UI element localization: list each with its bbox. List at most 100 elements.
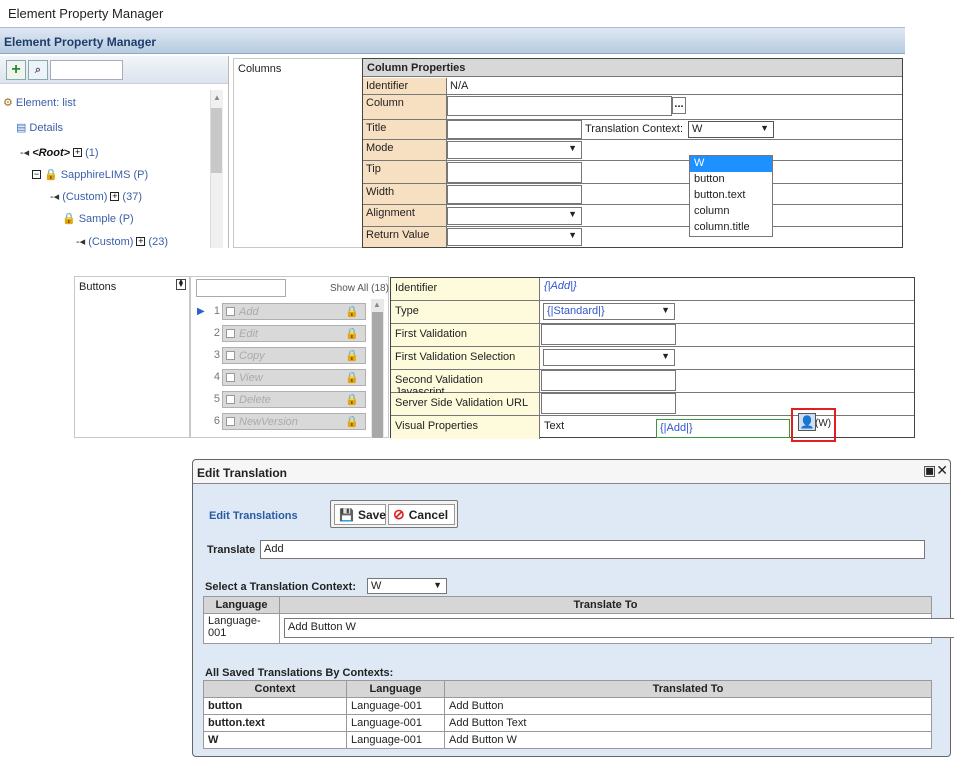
title-field[interactable] xyxy=(447,120,582,139)
identifier-value: N/A xyxy=(447,78,902,95)
save-button[interactable]: 💾 Save xyxy=(334,504,386,525)
cancel-button[interactable]: ⊘ Cancel xyxy=(388,504,455,525)
tree-item-sample[interactable]: 🔒 Sample (P) xyxy=(62,212,134,226)
grid-search-input[interactable] xyxy=(196,279,286,297)
lock-icon: 🔒 xyxy=(345,328,359,340)
checkbox[interactable] xyxy=(226,307,235,316)
dropdown-option[interactable]: column xyxy=(690,204,772,220)
lock-node-icon: 🔒 xyxy=(62,213,76,225)
grid-row[interactable]: 1 Add 🔒 xyxy=(196,302,368,321)
language-header: Language xyxy=(203,596,280,614)
collapse-toggle-icon[interactable]: ▲ ▼ xyxy=(176,278,186,290)
second-validation-js-field[interactable] xyxy=(541,370,676,391)
checkbox[interactable] xyxy=(226,395,235,404)
add-icon[interactable]: + xyxy=(6,60,26,80)
table-row[interactable]: button.text Language-001 Add Button Text xyxy=(203,714,932,732)
checkbox[interactable] xyxy=(226,373,235,382)
cancel-icon: ⊘ xyxy=(393,506,405,522)
alignment-select[interactable]: ▼ xyxy=(447,207,582,225)
tree-item-element[interactable]: ⚙ Element: list xyxy=(3,96,76,110)
return-value-select[interactable]: ▼ xyxy=(447,228,582,246)
expand-icon[interactable]: + xyxy=(73,148,83,157)
edit-translations-link[interactable]: Edit Translations xyxy=(209,510,298,522)
chevron-down-icon: ▼ xyxy=(433,580,442,590)
checkbox[interactable] xyxy=(226,329,235,338)
grid-row[interactable]: 6 NewVersion 🔒 xyxy=(196,412,368,431)
translate-label: Translate xyxy=(207,544,256,556)
grid-row[interactable]: 2 Edit 🔒 xyxy=(196,324,368,343)
grid-row[interactable]: 5 Delete 🔒 xyxy=(196,390,368,409)
language-cell: Language-001 xyxy=(346,714,445,732)
tip-field[interactable] xyxy=(447,162,582,183)
server-side-validation-url-field[interactable] xyxy=(541,393,676,414)
translated-to-cell: Add Button xyxy=(444,697,932,715)
column-properties-table: Column Properties Identifier N/A Column … xyxy=(362,58,903,248)
mode-label: Mode xyxy=(363,140,447,161)
translation-context-dropdown[interactable]: W button button.text column column.title xyxy=(689,155,773,237)
column-browse-button[interactable]: ... xyxy=(672,97,686,114)
dialog-title: Edit Translation xyxy=(193,460,950,484)
scroll-up-icon[interactable]: ▲ xyxy=(373,300,381,309)
dropdown-option[interactable]: column.title xyxy=(690,220,772,236)
buttons-list: Buttons xyxy=(74,276,190,438)
tree-item-custom-1[interactable]: -◂ (Custom) + (37) xyxy=(50,190,142,204)
expand-icon[interactable]: + xyxy=(136,237,146,246)
text-field[interactable]: {|Add|} xyxy=(656,419,790,438)
translate-to-header: Translate To xyxy=(279,596,932,614)
chevron-down-icon: ▼ xyxy=(568,230,577,240)
dropdown-option[interactable]: button.text xyxy=(690,188,772,204)
translated-to-cell: Add Button Text xyxy=(444,714,932,732)
lock-icon: 🔒 xyxy=(345,350,359,362)
title-label: Title xyxy=(363,120,447,140)
second-validation-js-label: Second Validation Javascript xyxy=(391,370,540,398)
width-field[interactable] xyxy=(447,185,582,204)
table-row[interactable]: button Language-001 Add Button xyxy=(203,697,932,715)
page-title: Element Property Manager xyxy=(8,6,164,21)
first-validation-field[interactable] xyxy=(541,324,676,345)
tip-label: Tip xyxy=(363,161,447,184)
column-properties-header: Column Properties xyxy=(363,59,902,77)
tree-item-sapphirelims[interactable]: − 🔒 SapphireLIMS (P) xyxy=(32,168,148,181)
first-validation-selection-label: First Validation Selection xyxy=(391,347,540,369)
tree-item-custom-2[interactable]: -◂ (Custom) + (23) xyxy=(76,235,168,249)
dropdown-option[interactable]: W xyxy=(690,156,772,172)
translate-to-field[interactable]: Add Button W xyxy=(284,618,954,638)
tree-scroll-thumb[interactable] xyxy=(211,108,222,173)
translation-context-select[interactable]: W ▼ xyxy=(688,121,774,138)
type-select[interactable]: {|Standard|} ▼ xyxy=(543,303,675,320)
search-icon[interactable]: ⌕ xyxy=(28,60,48,80)
scroll-up-icon[interactable]: ▲ xyxy=(213,93,221,102)
column-field[interactable] xyxy=(447,96,672,116)
chevron-down-icon: ▼ xyxy=(760,123,769,133)
grid-scroll-thumb[interactable] xyxy=(372,312,383,438)
first-validation-selection-select[interactable]: ▼ xyxy=(543,349,675,366)
alignment-label: Alignment xyxy=(363,205,447,227)
translate-field[interactable]: Add xyxy=(260,540,925,559)
columns-list: Columns xyxy=(233,58,363,248)
chevron-down-icon: ▼ xyxy=(568,143,577,153)
select-context-dropdown[interactable]: W ▼ xyxy=(367,578,447,594)
grid-row[interactable]: 4 View 🔒 xyxy=(196,368,368,387)
element-icon: ⚙ xyxy=(3,97,13,109)
tree-search-input[interactable] xyxy=(50,60,123,80)
dropdown-option[interactable]: button xyxy=(690,172,772,188)
tree-item-root[interactable]: -◂ <Root> + (1) xyxy=(20,146,99,160)
width-label: Width xyxy=(363,184,447,205)
table-row[interactable]: W Language-001 Add Button W xyxy=(203,731,932,749)
tree-toolbar: + ⌕ xyxy=(0,56,228,84)
mode-select[interactable]: ▼ xyxy=(447,141,582,159)
maximize-icon[interactable]: ▣ xyxy=(923,462,936,478)
grid-row[interactable]: 3 Copy 🔒 xyxy=(196,346,368,365)
checkbox[interactable] xyxy=(226,417,235,426)
lock-icon: 🔒 xyxy=(345,306,359,318)
show-all-link[interactable]: Show All (18) xyxy=(330,283,389,294)
expand-icon[interactable]: + xyxy=(110,192,120,201)
epm-header-bar: Element Property Manager xyxy=(0,27,905,54)
close-icon[interactable]: ✕ xyxy=(936,462,948,478)
language-table: Language Translate To Language-001 Add B… xyxy=(203,596,954,644)
text-label: Text xyxy=(544,420,565,432)
lock-icon: 🔒 xyxy=(345,394,359,406)
collapse-icon[interactable]: − xyxy=(32,170,41,179)
checkbox[interactable] xyxy=(226,351,235,360)
tree-item-details[interactable]: ▤ Details xyxy=(16,121,63,135)
